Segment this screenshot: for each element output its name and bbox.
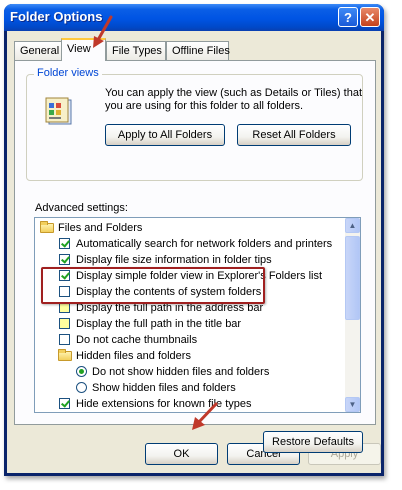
- checkbox[interactable]: [59, 254, 70, 265]
- folder-views-icon: [45, 97, 72, 125]
- close-icon[interactable]: ✕: [360, 7, 380, 27]
- folder-icon: [40, 221, 54, 233]
- advanced-settings-list[interactable]: Files and Folders Automatically search f…: [34, 217, 361, 413]
- help-icon[interactable]: ?: [338, 7, 358, 27]
- folder-views-group: You can apply the view (such as Details …: [26, 74, 363, 181]
- view-tab-panel: You can apply the view (such as Details …: [14, 60, 376, 453]
- restore-defaults-button[interactable]: Restore Defaults: [263, 431, 363, 453]
- checkbox[interactable]: [59, 334, 70, 345]
- scroll-thumb[interactable]: [345, 236, 360, 320]
- checkbox[interactable]: [59, 318, 70, 329]
- window-title: Folder Options: [10, 9, 103, 24]
- vertical-scrollbar[interactable]: ▲ ▼: [345, 218, 360, 412]
- ok-button[interactable]: OK: [145, 443, 218, 465]
- reset-all-folders-button[interactable]: Reset All Folders: [237, 124, 351, 146]
- red-arrow-icon: [192, 402, 218, 430]
- title-bar[interactable]: Folder Options ? ✕: [4, 4, 384, 31]
- tab-general[interactable]: General: [14, 41, 62, 60]
- apply-to-all-folders-button[interactable]: Apply to All Folders: [105, 124, 225, 146]
- red-arrow-icon: [93, 15, 113, 48]
- checkbox[interactable]: [59, 238, 70, 249]
- radio-button[interactable]: [76, 382, 87, 393]
- folder-views-label: Folder views: [34, 67, 102, 79]
- scroll-up-icon[interactable]: ▲: [345, 218, 360, 233]
- folder-views-description: You can apply the view (such as Details …: [105, 87, 363, 112]
- checkbox[interactable]: [59, 398, 70, 409]
- tab-offline-files[interactable]: Offline Files: [166, 41, 230, 60]
- highlight-box: [41, 267, 265, 304]
- advanced-settings-label: Advanced settings:: [35, 202, 128, 214]
- folder-icon: [58, 349, 72, 361]
- scroll-down-icon[interactable]: ▼: [345, 397, 360, 412]
- radio-button[interactable]: [76, 366, 87, 377]
